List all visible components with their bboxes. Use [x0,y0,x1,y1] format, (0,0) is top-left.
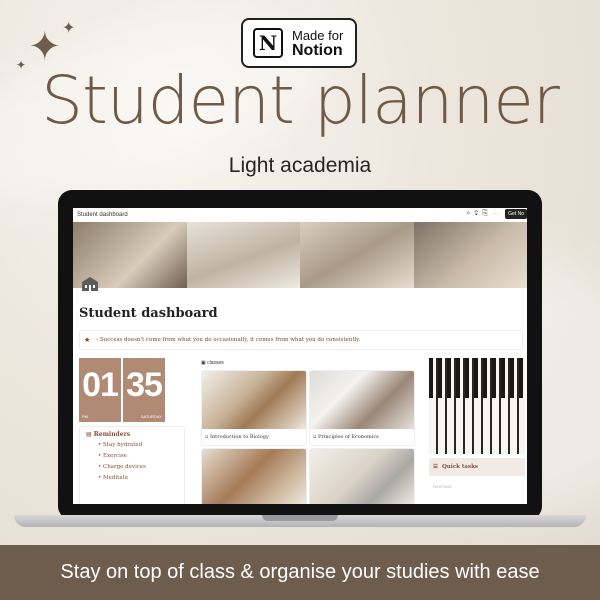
badge-text: Made for Notion [292,28,344,59]
laptop-frame: Student dashboard ⌕⇪⎘⋯ Get No Student da… [58,190,542,520]
sparkle-icon: ✦ [62,20,76,37]
reminder-item[interactable]: Stay hydrated [98,442,178,448]
badge-line1: Made for [292,28,344,43]
new-task-button[interactable]: New task [433,484,452,489]
flip-clock-widget: 01 PM 35 SATURDAY [79,358,165,422]
laptop-notch [262,515,338,521]
class-card[interactable] [309,448,415,504]
more-icon[interactable]: ⋯ [492,210,503,217]
class-card-caption: ▫ Introduction to Biology [205,434,269,440]
get-notion-button[interactable]: Get No [505,209,527,219]
badge-line2: Notion [292,42,343,59]
footer-text: Stay on top of class & organise your stu… [60,561,540,583]
database-icon: ▣ [201,360,206,366]
page-icon: ▫ [313,434,317,440]
tab-title[interactable]: Student dashboard [77,212,128,218]
cover-book-photo [186,222,300,288]
clock-hours: 01 PM [79,358,121,422]
footer-banner: Stay on top of class & organise your stu… [0,545,600,600]
class-card-caption: ▫ Principles of Economics [313,434,379,440]
class-card[interactable]: ▫ Principles of Economics [309,370,415,446]
cover-journal-photo [300,222,414,288]
class-card-photo [202,449,306,504]
made-for-notion-badge: N Made for Notion [241,18,357,68]
page-icon: ▫ [205,434,209,440]
main-title: Student planner [41,62,560,139]
list-icon: ☰ [433,464,438,470]
reminder-item[interactable]: Meditate [98,475,178,481]
class-card-photo [310,449,414,504]
class-card[interactable]: ▫ Introduction to Biology [201,370,307,446]
calendar-icon: ▤ [86,431,92,438]
piano-photo [429,358,525,454]
reminder-item[interactable]: Charge devices [98,464,178,470]
quick-tasks-heading[interactable]: ☰ Quick tasks [429,458,525,476]
reminders-block: ▤ Reminders Stay hydrated Exercise Charg… [79,426,185,504]
subtitle: Light academia [228,154,372,177]
class-card[interactable] [201,448,307,504]
export-icon[interactable]: ⎘ [482,210,492,217]
class-card-photo [310,371,414,429]
notion-topbar: Student dashboard ⌕⇪⎘⋯ Get No [73,208,527,222]
clock-minutes-value: 35 [126,366,163,404]
reminder-item[interactable]: Exercise [98,453,178,459]
clock-day: SATURDAY [140,414,162,419]
clock-period: PM [82,414,88,419]
page-title: Student dashboard [79,306,218,321]
quote-callout: ★ - Success doesn't come from what you d… [79,330,523,350]
notion-screen: Student dashboard ⌕⇪⎘⋯ Get No Student da… [73,208,527,504]
quote-text: - Success doesn't come from what you do … [96,337,361,343]
topbar-icons: ⌕⇪⎘⋯ [467,210,504,218]
clock-hours-value: 01 [82,366,119,404]
cover-coffee-photo [413,222,527,288]
class-card-photo [202,371,306,429]
notion-logo-icon: N [253,28,283,58]
school-building-icon [82,277,98,291]
cover-image [73,222,527,288]
star-icon: ★ [84,336,91,344]
clock-minutes: 35 SATURDAY [123,358,165,422]
classes-database-label[interactable]: ▣ classes [201,360,224,366]
reminders-heading[interactable]: ▤ Reminders [86,431,178,438]
